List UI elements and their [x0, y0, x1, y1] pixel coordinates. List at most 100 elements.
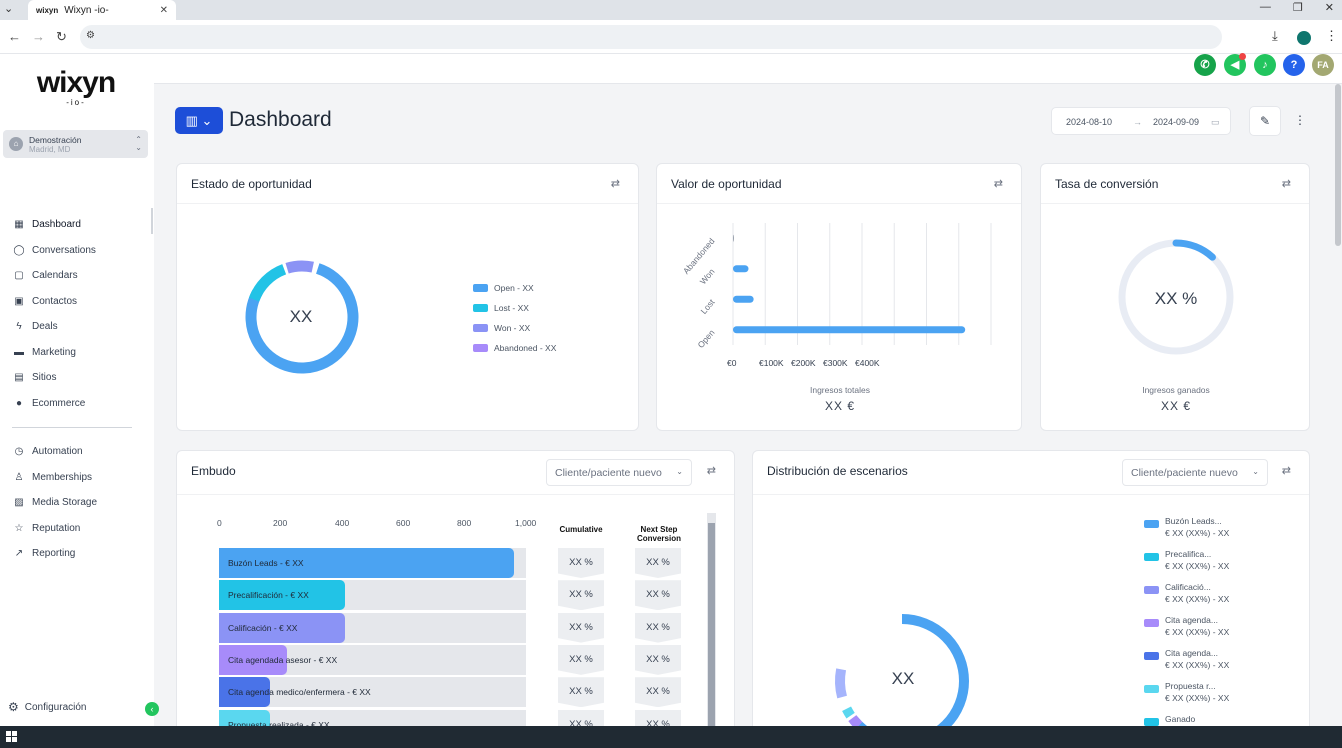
bolt-icon: ϟ: [16, 321, 22, 333]
funnel-bar-label: Cita agenda medico/enfermera - € XX: [228, 687, 371, 698]
legend-stage-value: € XX (XX%) - XX: [1165, 594, 1230, 604]
x-tick-label: €200K: [791, 358, 816, 368]
legend-swatch: [473, 324, 488, 332]
sidebar-item-reporting[interactable]: ↗ Reporting: [0, 541, 154, 567]
logo-main: wixyn: [36, 66, 116, 99]
topbar: ✆ ◀ ♪ ? FA: [154, 53, 1342, 84]
browser-profile-icon[interactable]: [1297, 31, 1311, 45]
donut-center-value: XX: [289, 307, 313, 326]
sidebar-item-conversations[interactable]: ◯ Conversations: [0, 238, 154, 264]
legend-stage-value: € XX (XX%) - XX: [1165, 627, 1230, 637]
sidebar-item-deals[interactable]: ϟ Deals: [0, 314, 154, 340]
valor-bar-chart: AbandonedWonLostOpen€0 €100K €200K €300K €40…: [681, 223, 992, 368]
tab-list-icon[interactable]: ⌄: [4, 2, 13, 15]
filter-icon[interactable]: ⇄: [1282, 464, 1291, 477]
sidebar-item-memberships[interactable]: ♙ Memberships: [0, 465, 154, 491]
legend-swatch: [1144, 652, 1159, 660]
legend-stage-value: € XX (XX%) - XX: [1165, 561, 1230, 571]
back-icon[interactable]: ←: [8, 29, 21, 44]
filter-icon[interactable]: ⇄: [994, 177, 1003, 190]
url-field[interactable]: ⚙: [80, 25, 1222, 49]
stage-select[interactable]: Cliente/paciente nuevo ⌄: [1122, 459, 1268, 486]
category-label: Lost: [699, 297, 717, 316]
sidebar-item-reputation[interactable]: ☆ Reputation: [0, 516, 154, 542]
phone-icon[interactable]: ✆: [1194, 54, 1216, 76]
legend-item-abandoned: Abandoned - XX: [473, 343, 556, 353]
restore-icon[interactable]: ❐: [1293, 1, 1303, 14]
sidebar-item-automation[interactable]: ◷ Automation: [0, 439, 154, 465]
bar-lost[interactable]: [733, 295, 754, 303]
x-tick-label: €100K: [759, 358, 784, 368]
page-scroll-thumb[interactable]: [1335, 84, 1341, 246]
sidebar-item-label: Dashboard: [32, 219, 81, 231]
sidebar-item-sitios[interactable]: ▤ Sitios: [0, 365, 154, 391]
window-close-icon[interactable]: ✕: [1325, 1, 1334, 14]
card-header: Estado de oportunidad ⇄: [177, 164, 638, 204]
bar-abandoned[interactable]: [733, 234, 734, 242]
stage-select[interactable]: Cliente/paciente nuevo ⌄: [546, 459, 692, 486]
funnel-scroll-thumb[interactable]: [708, 523, 715, 739]
sidebar-item-ecommerce[interactable]: ● Ecommerce: [0, 391, 154, 417]
browser-menu-icon[interactable]: ⋮: [1325, 28, 1338, 44]
date-from[interactable]: 2024-08-10: [1066, 117, 1112, 127]
bell-icon[interactable]: ♪: [1254, 54, 1276, 76]
bar-open[interactable]: [733, 326, 966, 334]
legend-stage-value: € XX (XX%) - XX: [1165, 528, 1230, 538]
download-icon[interactable]: ⤓: [1272, 28, 1278, 44]
dashboard-switcher-button[interactable]: ▥ ⌄: [175, 107, 223, 134]
legend-swatch: [1144, 685, 1159, 693]
sidebar-item-label: Automation: [32, 446, 83, 458]
cumulative-cell: XX %: [558, 677, 604, 708]
category-label: Won: [698, 266, 717, 286]
filter-icon[interactable]: ⇄: [707, 464, 716, 477]
ecommerce-icon: ●: [15, 397, 23, 409]
conversion-rate: XX %: [1154, 289, 1198, 308]
date-to[interactable]: 2024-09-09: [1153, 117, 1199, 127]
collapse-sidebar-button[interactable]: ‹: [145, 702, 159, 716]
sidebar-item-dashboard[interactable]: ▦ Dashboard: [0, 212, 154, 238]
sidebar-item-calendars[interactable]: ▢ Calendars: [0, 263, 154, 289]
axis-tick: 800: [457, 518, 472, 528]
windows-start-icon[interactable]: [6, 731, 18, 743]
browser-tab[interactable]: wixyn Wixyn -io- ✕: [28, 0, 176, 20]
secondary-menu: ◷ Automation ♙ Memberships ▨ Media Storage …: [0, 439, 154, 567]
minimize-icon[interactable]: —: [1260, 1, 1271, 14]
site-info-icon[interactable]: ⚙: [86, 30, 95, 41]
account-switcher[interactable]: ⌂ Demostración Madrid, MD ⌃ ⌄: [3, 130, 148, 158]
legend-item-lost: Lost - XX: [473, 303, 529, 313]
cumulative-cell: XX %: [558, 644, 604, 675]
sidebar-item-label: Ecommerce: [32, 397, 86, 409]
sidebar-item-marketing[interactable]: ▬ Marketing: [0, 340, 154, 366]
bar-won[interactable]: [733, 265, 749, 273]
card-header: Valor de oportunidad ⇄: [657, 164, 1021, 204]
next-step-cell: XX %: [635, 677, 681, 708]
forward-icon[interactable]: →: [32, 29, 45, 44]
sidebar-item-contactos[interactable]: ▣ Contactos: [0, 289, 154, 315]
filter-icon[interactable]: ⇄: [1282, 177, 1291, 190]
filter-icon[interactable]: ⇄: [611, 177, 620, 190]
star-icon: ☆: [14, 522, 24, 534]
sidebar-item-media-storage[interactable]: ▨ Media Storage: [0, 490, 154, 516]
date-range-picker[interactable]: 2024-08-10 → 2024-09-09 ▭: [1051, 107, 1231, 135]
reload-icon[interactable]: ↻: [56, 29, 67, 45]
x-tick-label: €300K: [823, 358, 848, 368]
card-valor-oportunidad: Valor de oportunidad ⇄ Abandoned Won Lost O…: [656, 163, 1022, 431]
window-controls: — ❐ ✕: [1260, 1, 1334, 14]
more-options-icon[interactable]: ⋮: [1294, 113, 1306, 127]
main-menu: ▦ Dashboard ◯ Conversations ▢ Calendars ▣ Co…: [0, 212, 154, 416]
address-bar: ← → ↻ ⚙ ⤓ ⋮: [0, 20, 1342, 54]
legend-stage-name: Calificació...: [1165, 582, 1211, 592]
edit-dashboard-button[interactable]: ✎: [1249, 106, 1281, 136]
tab-title: Wixyn -io-: [64, 4, 109, 16]
avatar[interactable]: FA: [1312, 54, 1334, 76]
x-tick-label: €0: [727, 358, 737, 368]
donut-center-value: XX: [891, 669, 915, 688]
axis-tick: 1,000: [515, 518, 537, 528]
legend-swatch: [1144, 520, 1159, 528]
help-icon[interactable]: ?: [1283, 54, 1305, 76]
sidebar-item-label: Sitios: [32, 372, 57, 384]
sidebar-item-configuracion[interactable]: ⚙ Configuración: [8, 700, 86, 714]
tab-close-icon[interactable]: ✕: [160, 5, 168, 16]
funnel-scrollbar[interactable]: [707, 513, 716, 739]
memberships-icon: ♙: [14, 471, 24, 483]
